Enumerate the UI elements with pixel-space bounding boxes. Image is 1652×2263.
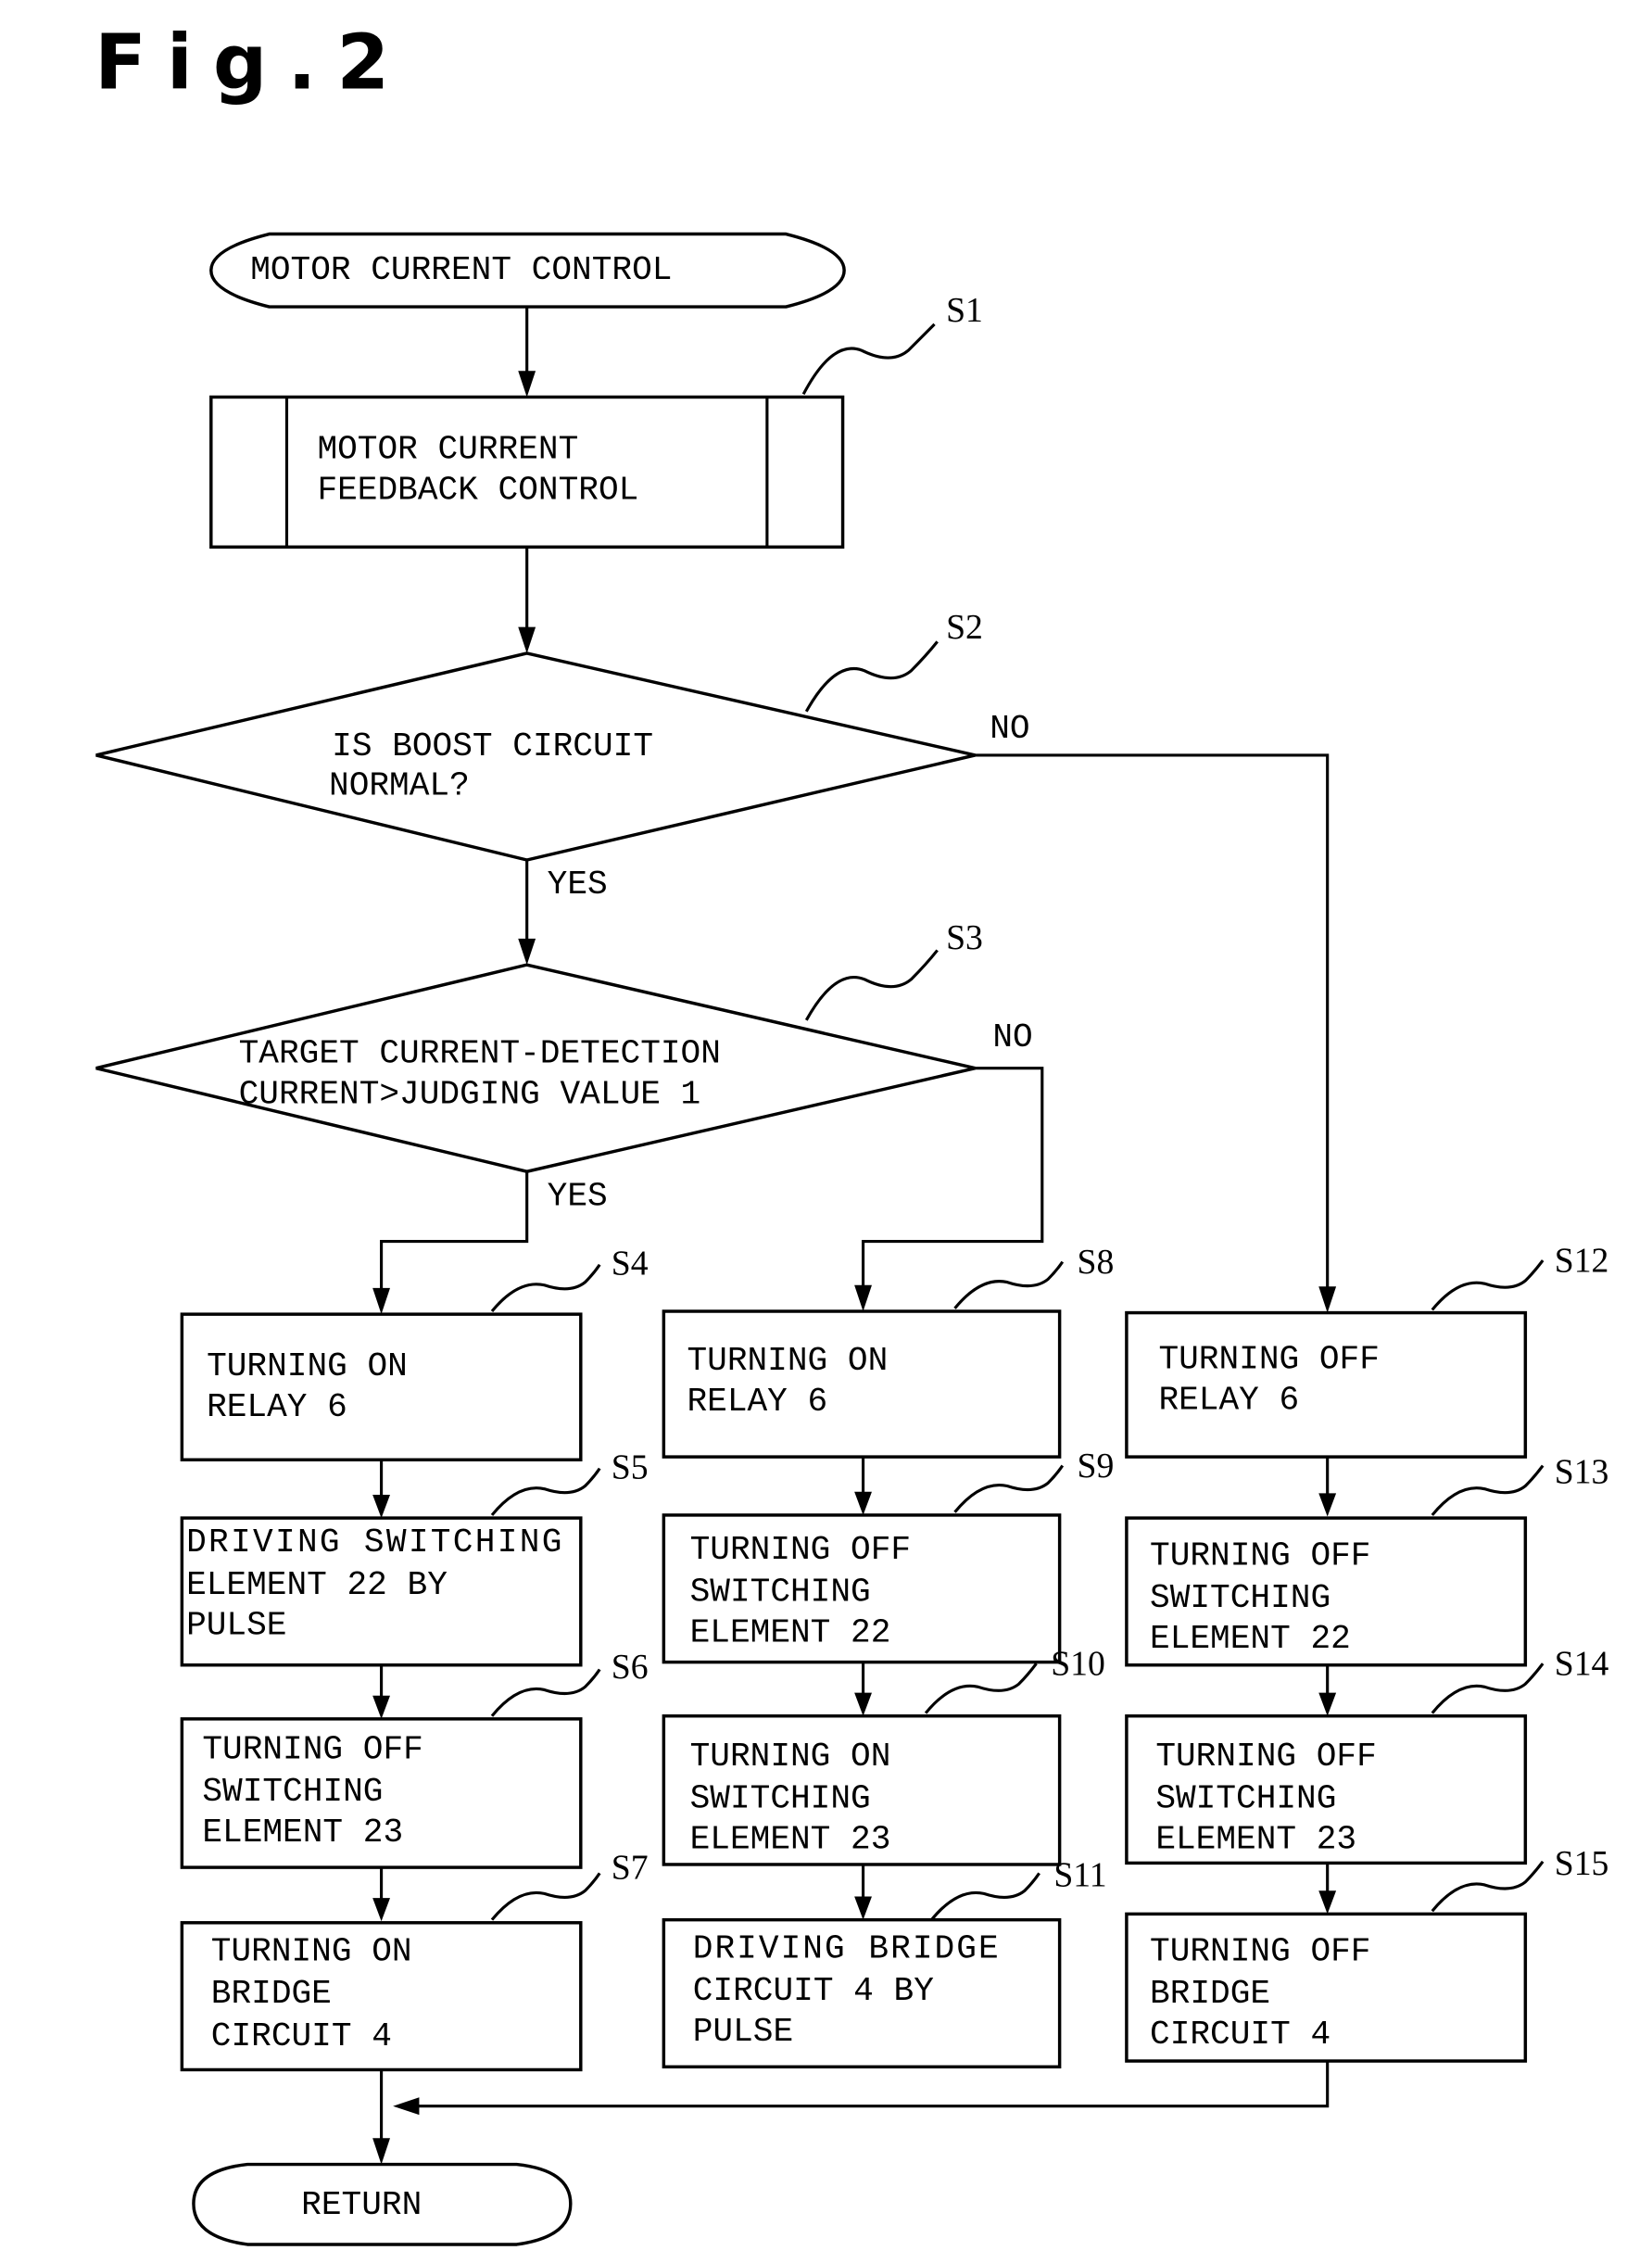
step-text: TURNING ON xyxy=(207,1347,408,1385)
step-text: TURNING ON xyxy=(687,1342,888,1380)
ref-s13: S13 xyxy=(1555,1452,1609,1491)
step-s9: TURNING OFF SWITCHING ELEMENT 22 xyxy=(662,1513,1062,1664)
no-label: NO xyxy=(992,1018,1032,1056)
step-text: ELEMENT 22 xyxy=(1150,1620,1351,1658)
step-text: FEEDBACK CONTROL xyxy=(317,471,638,509)
yes-label: YES xyxy=(548,1177,608,1215)
step-text: CIRCUIT 4 BY xyxy=(693,1972,934,2010)
ref-s7: S7 xyxy=(612,1849,649,1888)
step-text: SWITCHING xyxy=(1150,1579,1330,1617)
step-text: SWITCHING xyxy=(690,1780,871,1818)
step-text: SWITCHING xyxy=(202,1773,383,1811)
step-text: BRIDGE xyxy=(1150,1975,1270,2013)
step-s4: TURNING ON RELAY 6 xyxy=(180,1312,583,1461)
step-text: CIRCUIT 4 xyxy=(211,2017,392,2055)
step-s1: MOTOR CURRENT FEEDBACK CONTROL xyxy=(209,395,845,550)
step-text: DRIVING SWITCHING xyxy=(186,1523,561,1561)
step-s15: TURNING OFF BRIDGE CIRCUIT 4 xyxy=(1125,1912,1528,2063)
step-text: ELEMENT 22 BY xyxy=(186,1566,448,1604)
decision-text: CURRENT>JUDGING VALUE 1 xyxy=(239,1075,701,1113)
step-text: TURNING ON xyxy=(211,1933,412,1971)
ref-s2: S2 xyxy=(946,608,983,647)
step-text: ELEMENT 23 xyxy=(1155,1821,1356,1859)
step-text: SWITCHING xyxy=(1155,1780,1336,1818)
ref-s11: S11 xyxy=(1053,1856,1106,1895)
step-s8: TURNING ON RELAY 6 xyxy=(662,1309,1062,1459)
ref-s5: S5 xyxy=(612,1448,649,1487)
decision-s3: TARGET CURRENT-DETECTION CURRENT>JUDGING… xyxy=(95,963,976,1173)
step-text: RELAY 6 xyxy=(1158,1381,1299,1419)
step-text: RELAY 6 xyxy=(687,1383,827,1421)
step-text: SWITCHING xyxy=(690,1574,871,1612)
yes-label: YES xyxy=(548,866,608,904)
ref-s14: S14 xyxy=(1555,1645,1609,1684)
step-s5: DRIVING SWITCHING ELEMENT 22 BY PULSE xyxy=(180,1516,583,1667)
decision-s2: IS BOOST CIRCUIT NORMAL? xyxy=(95,651,976,862)
ref-s12: S12 xyxy=(1555,1242,1609,1281)
end-terminal: RETURN xyxy=(192,2162,573,2246)
flowchart: Fig.2 MOTOR CURRENT CONTROL MOTOR CURREN… xyxy=(95,19,1609,2246)
step-text: TURNING OFF xyxy=(1158,1340,1379,1378)
figure-label: Fig.2 xyxy=(95,19,410,107)
ref-s6: S6 xyxy=(612,1648,649,1687)
step-text: RELAY 6 xyxy=(207,1388,347,1426)
step-text: BRIDGE xyxy=(211,1975,332,2013)
step-s6: TURNING OFF SWITCHING ELEMENT 23 xyxy=(180,1717,583,1869)
ref-s15: S15 xyxy=(1555,1844,1609,1883)
step-text: ELEMENT 23 xyxy=(690,1821,891,1859)
step-s10: TURNING ON SWITCHING ELEMENT 23 xyxy=(662,1713,1062,1866)
decision-text: NORMAL? xyxy=(329,766,470,804)
ref-s9: S9 xyxy=(1077,1447,1114,1485)
step-text: TURNING ON xyxy=(690,1738,891,1776)
step-s11: DRIVING BRIDGE CIRCUIT 4 BY PULSE xyxy=(662,1917,1062,2069)
step-s14: TURNING OFF SWITCHING ELEMENT 23 xyxy=(1125,1713,1528,1865)
step-text: ELEMENT 22 xyxy=(690,1614,891,1652)
start-terminal: MOTOR CURRENT CONTROL xyxy=(209,232,846,309)
step-text: TURNING OFF xyxy=(1150,1933,1370,1971)
ref-s10: S10 xyxy=(1051,1645,1105,1684)
step-s13: TURNING OFF SWITCHING ELEMENT 22 xyxy=(1125,1516,1528,1667)
step-text: TURNING OFF xyxy=(202,1730,422,1768)
ref-s4: S4 xyxy=(612,1245,649,1283)
no-label: NO xyxy=(990,710,1029,748)
end-label: RETURN xyxy=(301,2186,422,2224)
step-text: CIRCUIT 4 xyxy=(1150,2016,1330,2054)
step-text: TURNING OFF xyxy=(1150,1536,1370,1574)
decision-text: IS BOOST CIRCUIT xyxy=(332,727,653,765)
decision-text: TARGET CURRENT-DETECTION xyxy=(239,1034,721,1072)
ref-s1: S1 xyxy=(946,291,983,330)
step-text: PULSE xyxy=(186,1607,286,1645)
start-label: MOTOR CURRENT CONTROL xyxy=(250,251,672,289)
step-text: TURNING OFF xyxy=(690,1531,911,1569)
step-text: TURNING OFF xyxy=(1155,1738,1376,1776)
step-s7: TURNING ON BRIDGE CIRCUIT 4 xyxy=(180,1921,583,2072)
ref-s3: S3 xyxy=(946,918,983,957)
step-text: ELEMENT 23 xyxy=(202,1814,403,1852)
step-text: PULSE xyxy=(693,2013,793,2051)
step-text: MOTOR CURRENT xyxy=(317,430,578,468)
ref-s8: S8 xyxy=(1077,1243,1114,1282)
step-s12: TURNING OFF RELAY 6 xyxy=(1125,1310,1528,1459)
